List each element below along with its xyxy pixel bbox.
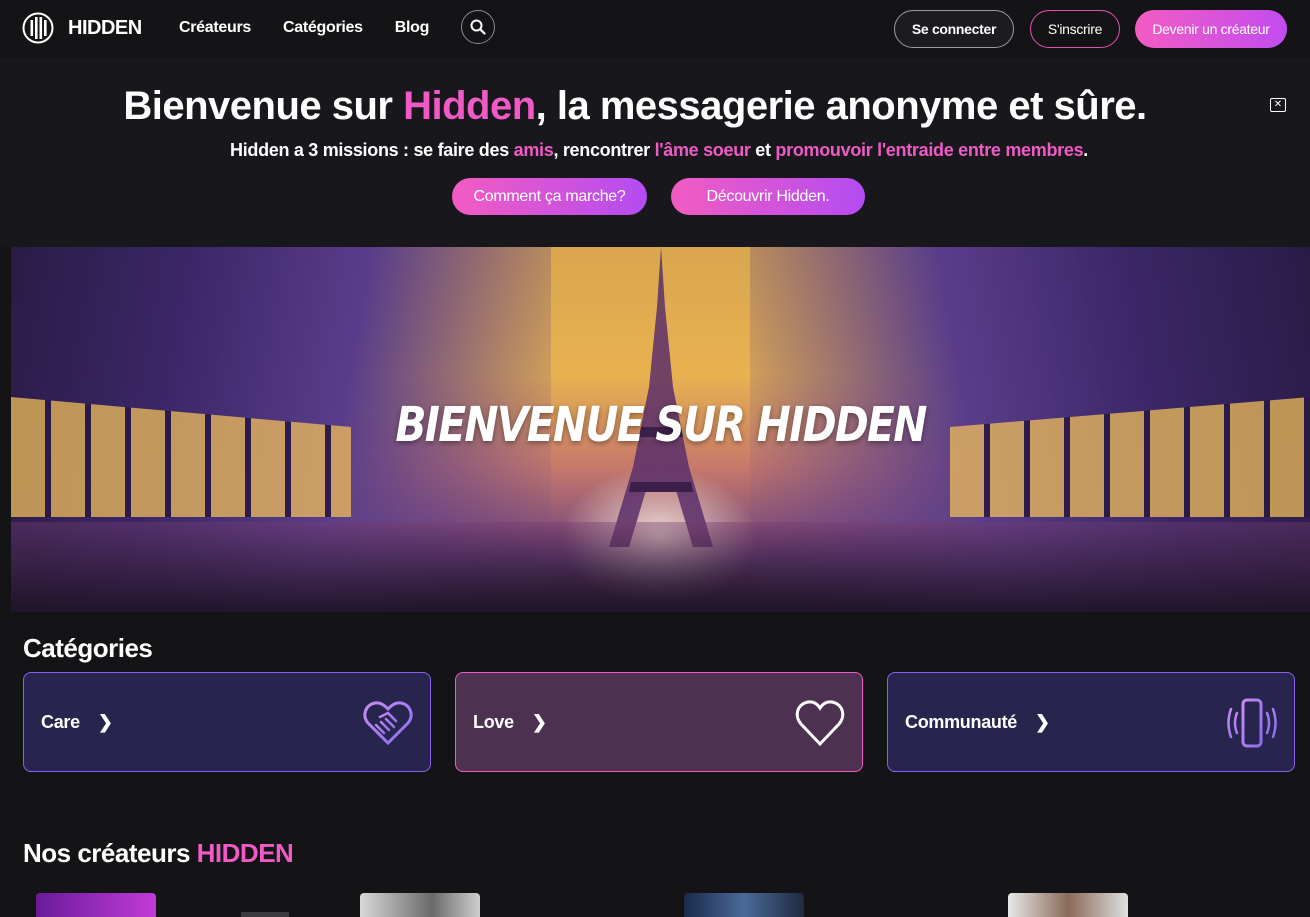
creator-thumbnail[interactable] <box>1008 893 1128 917</box>
chevron-right-icon: ❯ <box>1035 711 1051 732</box>
category-label: Care <box>41 711 80 732</box>
creator-thumbnail[interactable] <box>360 893 480 917</box>
subtitle-text: et <box>750 140 776 160</box>
close-banner-icon[interactable]: ✕ <box>1270 98 1286 112</box>
banner-subtitle: Hidden a 3 missions : se faire des amis,… <box>0 140 1310 161</box>
category-label: Communauté <box>905 711 1018 732</box>
category-card-care[interactable]: Care ❯ <box>23 672 431 772</box>
nav-blog[interactable]: Blog <box>395 19 430 37</box>
banner-title-text-end: , la messagerie anonyme et sûre. <box>535 84 1147 128</box>
handshake-heart-icon <box>363 701 413 746</box>
become-creator-button[interactable]: Devenir un créateur <box>1135 10 1287 48</box>
hero-image: BIENVENUE SUR HIDDEN <box>11 247 1310 612</box>
subtitle-text: . <box>1083 140 1088 160</box>
search-icon <box>470 19 486 35</box>
creator-thumbnail[interactable] <box>684 893 804 917</box>
chevron-right-icon: ❯ <box>97 711 113 732</box>
top-navbar: HIDDEN Créateurs Catégories Blog Se conn… <box>0 0 1310 58</box>
category-card-communaute[interactable]: Communauté ❯ <box>887 672 1295 772</box>
nav-categories[interactable]: Catégories <box>283 19 363 37</box>
discover-hidden-button[interactable]: Découvrir Hidden. <box>671 178 865 215</box>
hero-title: BIENVENUE SUR HIDDEN <box>395 397 927 453</box>
subtitle-text: , rencontrer <box>553 140 655 160</box>
hero-street <box>11 522 1310 612</box>
subtitle-text: Hidden a 3 missions : se faire des <box>230 140 514 160</box>
category-label: Love <box>473 711 514 732</box>
creator-thumbnail[interactable] <box>36 893 156 917</box>
creators-title: Nos créateurs HIDDEN <box>23 838 294 869</box>
banner-title: Bienvenue sur Hidden, la messagerie anon… <box>0 84 1270 129</box>
chevron-right-icon: ❯ <box>531 711 547 732</box>
subtitle-highlight-soulmate: l'âme soeur <box>654 140 751 160</box>
search-button[interactable] <box>461 10 495 44</box>
categories-title: Catégories <box>23 633 153 663</box>
welcome-banner: Bienvenue sur Hidden, la messagerie anon… <box>0 58 1310 247</box>
main-nav: Créateurs Catégories Blog <box>179 19 429 37</box>
creators-title-highlight: HIDDEN <box>196 838 294 868</box>
creators-title-text: Nos créateurs <box>23 838 197 868</box>
how-it-works-button[interactable]: Comment ça marche? <box>452 178 647 215</box>
hidden-logo-icon <box>22 12 54 44</box>
banner-title-highlight: Hidden <box>403 84 536 128</box>
login-button[interactable]: Se connecter <box>894 10 1014 48</box>
subtitle-highlight-mutual-aid: promouvoir l'entraide entre membres <box>775 140 1084 160</box>
category-card-love[interactable]: Love ❯ <box>455 672 863 772</box>
subtitle-highlight-friends: amis <box>513 140 554 160</box>
horizontal-scrollbar[interactable] <box>241 912 289 917</box>
phone-vibrate-icon <box>1227 698 1277 748</box>
nav-createurs[interactable]: Créateurs <box>179 19 251 37</box>
logo-text: HIDDEN <box>68 16 142 39</box>
heart-icon <box>795 700 845 747</box>
signup-button[interactable]: S'inscrire <box>1030 10 1120 48</box>
banner-title-text: Bienvenue sur <box>123 84 404 128</box>
logo[interactable]: HIDDEN <box>22 12 142 44</box>
